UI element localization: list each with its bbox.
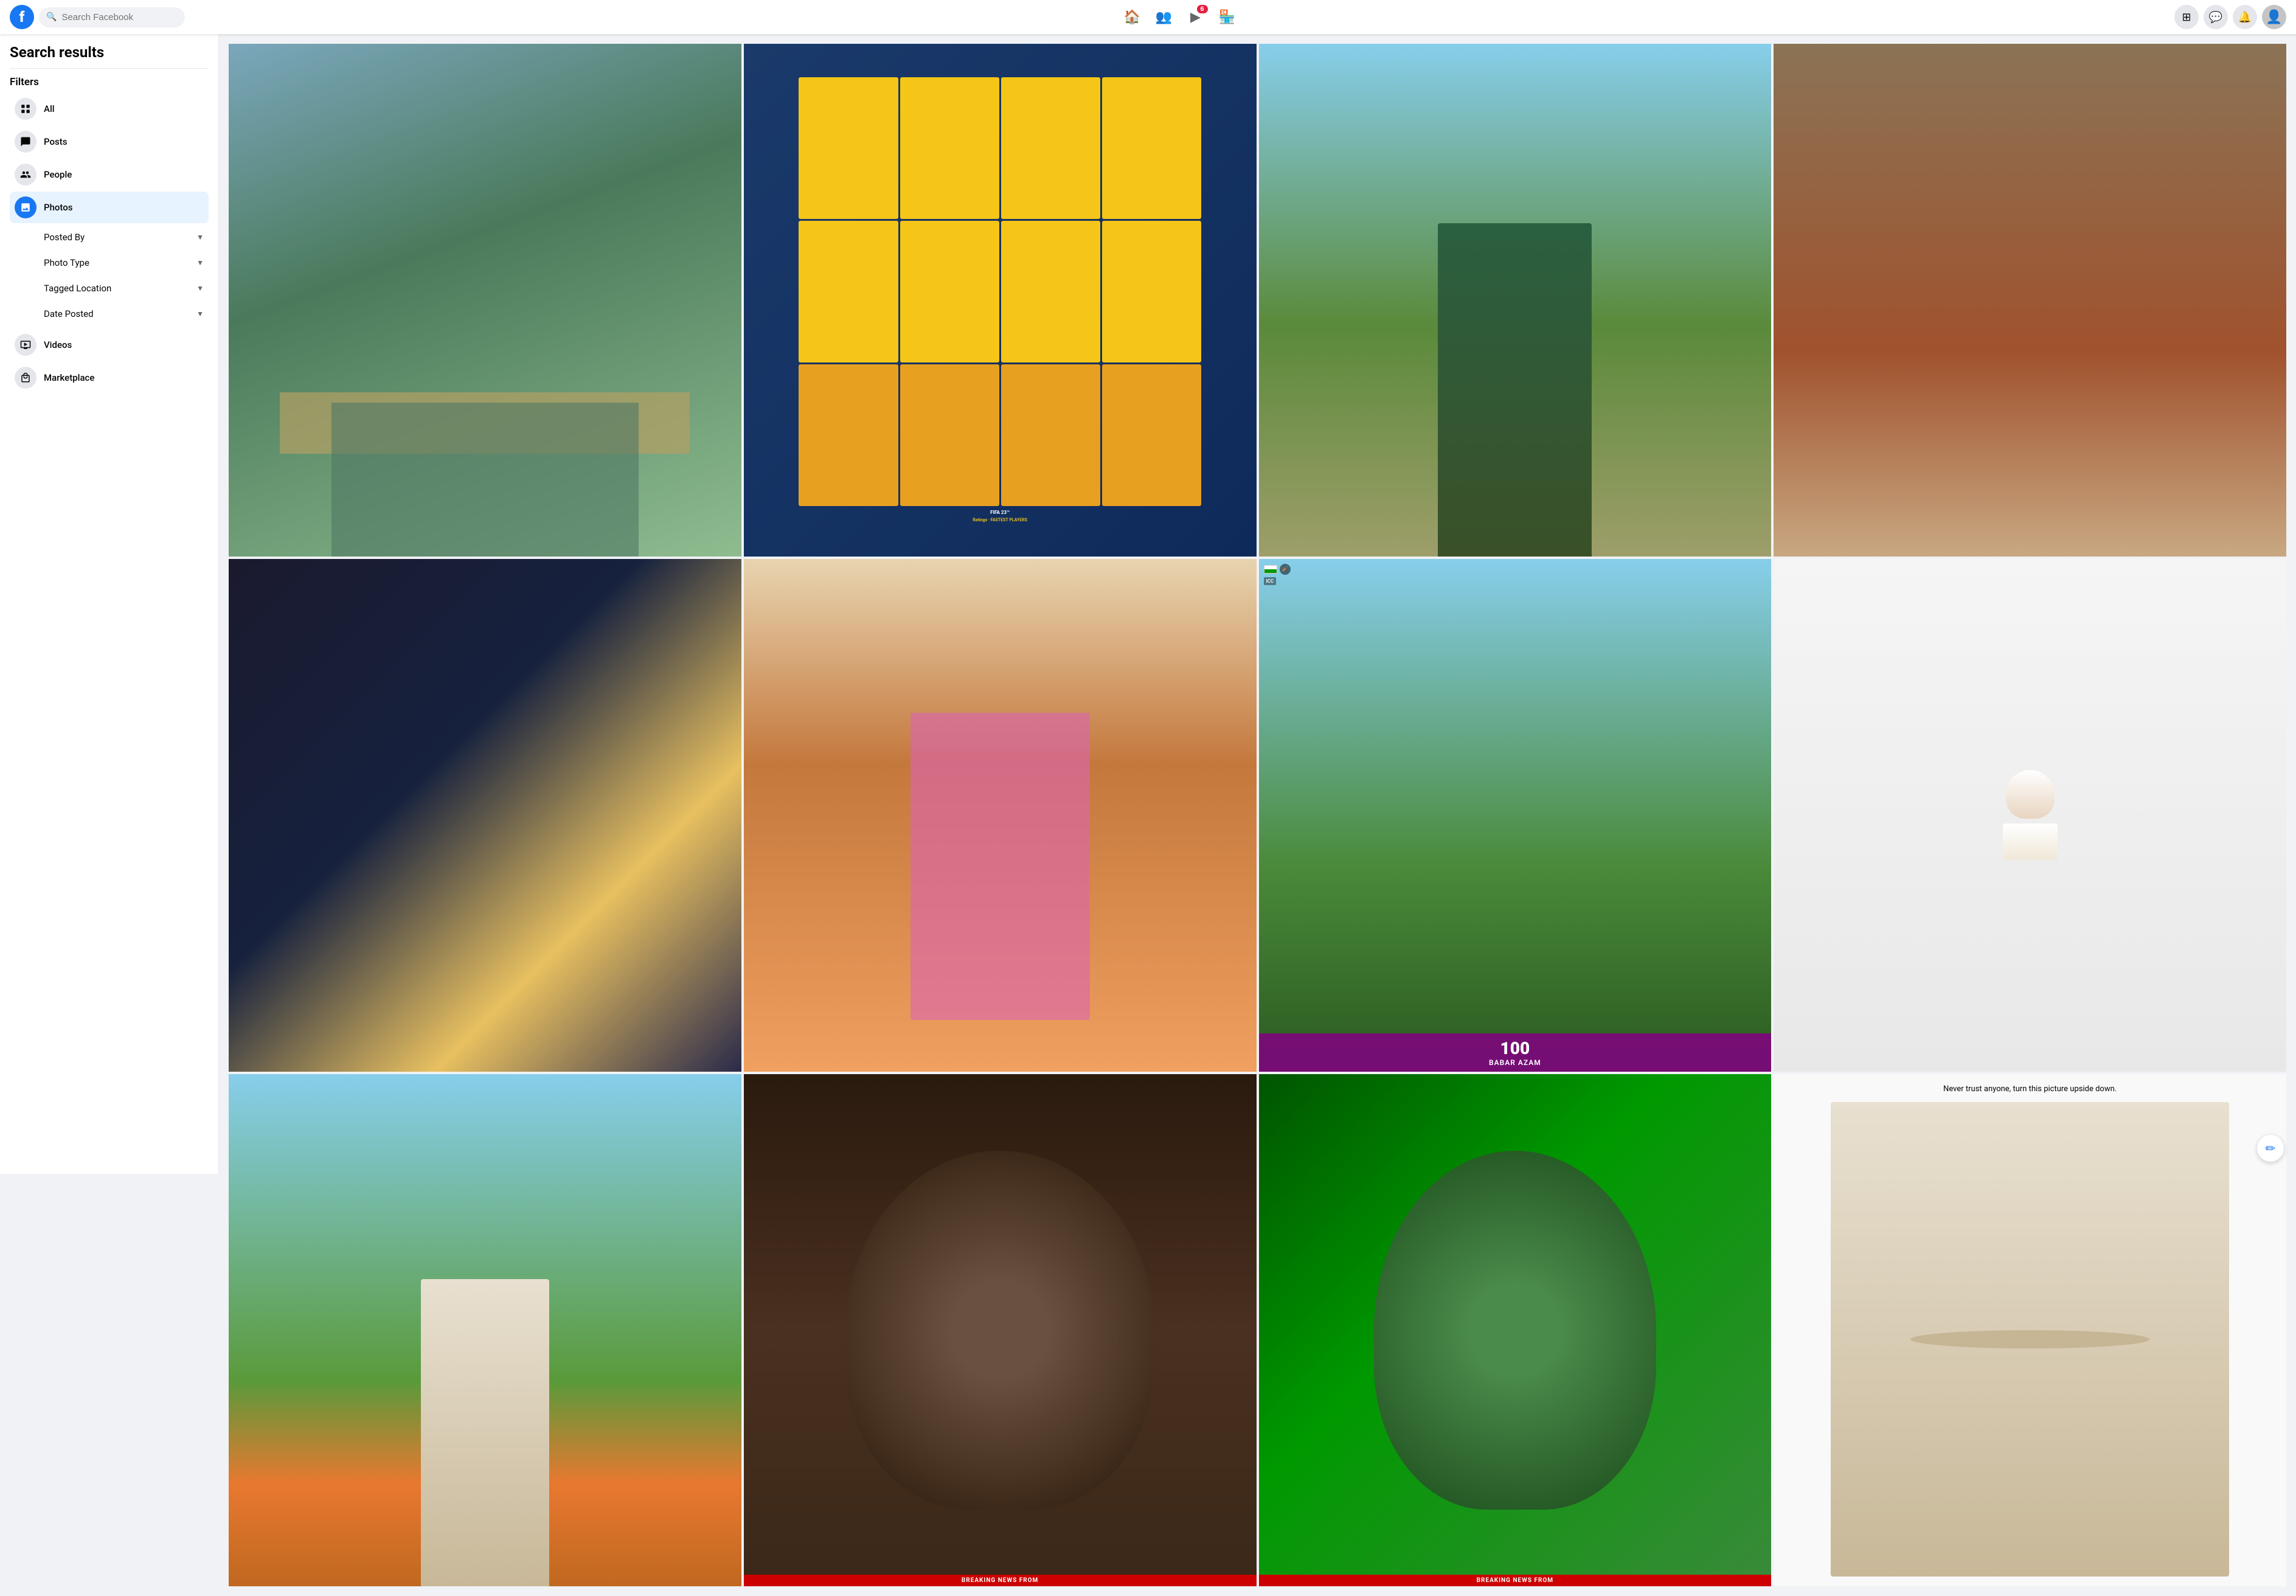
video-badge: 6 [1197,5,1208,13]
store-icon: 🏪 [1219,9,1235,25]
grid-icon: ⊞ [2182,11,2191,24]
edit-icon: ✏ [2266,1141,2276,1156]
search-results-content: FIFA 23™ Ratings · FASTEST PLAYERS [219,34,2296,1596]
all-filter-label: All [44,103,55,114]
grid-menu-button[interactable]: ⊞ [2174,5,2199,29]
tagged-location-arrow-icon: ▼ [196,284,204,293]
edit-compose-button[interactable]: ✏ [2257,1135,2284,1162]
photo-item[interactable] [1259,44,1772,557]
videos-filter-label: Videos [44,339,72,350]
people-filter-label: People [44,169,72,180]
posts-filter-icon [15,131,36,153]
sidebar-item-videos[interactable]: Videos [10,329,209,361]
friends-icon: 👥 [1156,9,1172,25]
bell-icon: 🔔 [2238,11,2252,24]
posted-by-label: Posted By [44,232,85,243]
video-nav-button[interactable]: ▶ 6 [1181,2,1210,32]
posted-by-dropdown[interactable]: Posted By ▼ [39,224,209,250]
marketplace-filter-icon [15,367,36,389]
friends-nav-button[interactable]: 👥 [1150,2,1179,32]
sidebar-item-marketplace[interactable]: Marketplace [10,362,209,394]
notifications-button[interactable]: 🔔 [2233,5,2257,29]
photo-item[interactable] [1774,44,2286,557]
sidebar: Search results Filters All Posts People [0,34,219,1174]
photo-item[interactable] [229,1074,741,1587]
search-box[interactable]: 🔍 [39,7,185,27]
photo-type-dropdown[interactable]: Photo Type ▼ [39,250,209,276]
posted-by-arrow-icon: ▼ [196,233,204,241]
people-filter-icon [15,164,36,186]
tagged-location-dropdown[interactable]: Tagged Location ▼ [39,276,209,301]
home-icon: 🏠 [1124,9,1140,25]
photos-filter-icon [15,196,36,218]
photos-filter-label: Photos [44,202,72,213]
photo-item[interactable]: FIFA 23™ Ratings · FASTEST PLAYERS [744,44,1257,557]
messenger-icon: 💬 [2209,11,2222,24]
messenger-button[interactable]: 💬 [2204,5,2228,29]
search-input[interactable] [61,12,178,23]
breaking-news-overlay-1: BREAKING NEWS FROM [744,1575,1257,1586]
search-icon: 🔍 [46,12,57,22]
date-posted-arrow-icon: ▼ [196,310,204,318]
text-photo-content: Never trust anyone, turn this picture up… [1943,1084,2117,1095]
avatar-icon: 👤 [2266,10,2282,25]
photo-grid: FIFA 23™ Ratings · FASTEST PLAYERS [229,44,2286,1586]
facebook-logo[interactable]: f [10,5,34,29]
sidebar-item-all[interactable]: All [10,93,209,125]
photo-item[interactable] [1774,559,2286,1072]
photo-item[interactable]: 🏏 ICC 100 BABAR AZAM [1259,559,1772,1072]
photo-type-label: Photo Type [44,257,89,268]
store-nav-button[interactable]: 🏪 [1213,2,1242,32]
main-layout: Search results Filters All Posts People [0,34,2296,1596]
tagged-location-label: Tagged Location [44,283,111,294]
posts-filter-label: Posts [44,136,67,147]
cricket-score-overlay: 100 BABAR AZAM [1259,1033,1772,1072]
breaking-news-overlay-2: BREAKING NEWS FROM [1259,1575,1772,1586]
photo-item[interactable] [229,559,741,1072]
sidebar-divider [10,68,209,69]
photo-item[interactable] [744,559,1257,1072]
photo-item[interactable]: BREAKING NEWS FROM [1259,1074,1772,1587]
nav-left: f 🔍 [10,5,185,29]
user-avatar[interactable]: 👤 [2262,5,2286,29]
date-posted-label: Date Posted [44,308,94,319]
photo-item[interactable] [229,44,741,557]
all-filter-icon [15,98,36,120]
photo-type-arrow-icon: ▼ [196,258,204,267]
marketplace-filter-label: Marketplace [44,372,94,383]
filters-title: Filters [10,76,209,88]
home-nav-button[interactable]: 🏠 [1118,2,1147,32]
photo-item[interactable]: BREAKING NEWS FROM [744,1074,1257,1587]
page-title: Search results [10,44,209,61]
top-navigation: f 🔍 🏠 👥 ▶ 6 🏪 ⊞ 💬 🔔 👤 [0,0,2296,34]
date-posted-dropdown[interactable]: Date Posted ▼ [39,301,209,327]
sidebar-item-people[interactable]: People [10,159,209,190]
videos-filter-icon [15,334,36,356]
sidebar-item-posts[interactable]: Posts [10,126,209,158]
nav-right: ⊞ 💬 🔔 👤 [2174,5,2286,29]
nav-center: 🏠 👥 ▶ 6 🏪 [1118,2,1242,32]
sidebar-item-photos[interactable]: Photos [10,192,209,223]
photo-item[interactable]: Never trust anyone, turn this picture up… [1774,1074,2286,1587]
